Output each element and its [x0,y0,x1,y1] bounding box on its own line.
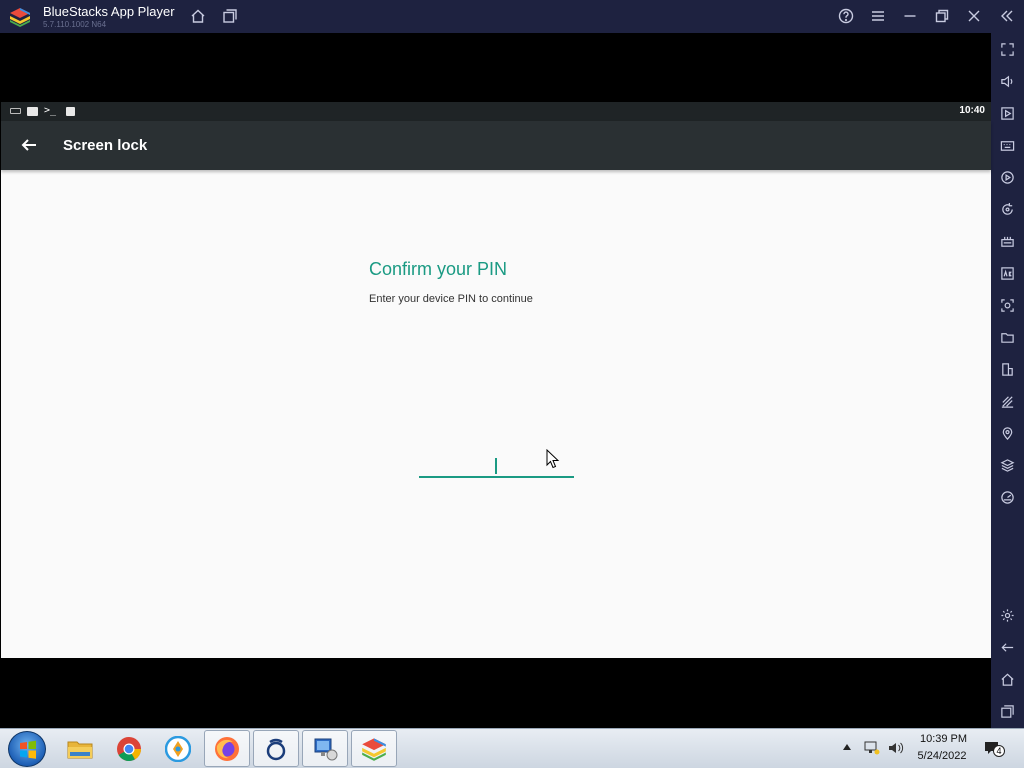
app-status-icon [66,106,75,116]
terminal-status-icon: >_ [44,105,57,116]
multi-instance-icon[interactable] [221,7,239,25]
app-icon[interactable] [253,730,299,767]
rotate-icon[interactable] [999,201,1016,218]
collapse-sidebar-icon[interactable] [998,7,1016,25]
multi-instance-sidebar-icon[interactable] [999,361,1016,378]
minimize-icon[interactable] [901,7,919,25]
action-center-icon[interactable]: 4 [984,740,1005,758]
close-icon[interactable] [965,7,983,25]
location-icon[interactable] [999,425,1016,442]
macro-icon[interactable] [999,233,1016,250]
settings-icon[interactable] [999,607,1016,624]
page-title: Screen lock [63,137,148,154]
layers-icon[interactable] [999,457,1016,474]
android-home-icon[interactable] [999,671,1016,688]
speaker-icon[interactable] [888,741,906,755]
performance-icon[interactable] [999,489,1016,506]
taskbar-date[interactable]: 5/24/2022 [912,750,972,762]
windows-taskbar: 10:39 PM 5/24/2022 4 [0,728,1024,768]
status-clock: 10:40 [959,105,985,116]
menu-icon[interactable] [869,7,887,25]
restore-icon[interactable] [933,7,951,25]
windows-logo-icon [20,740,36,759]
back-arrow-icon[interactable] [20,136,38,154]
mouse-pointer-icon [546,449,560,469]
show-hidden-icons-icon[interactable] [843,744,851,750]
media-icon[interactable] [999,105,1016,122]
chrome-icon[interactable] [106,730,152,767]
record-icon[interactable] [999,169,1016,186]
bluestacks-sidebar [991,33,1024,728]
notification-count-badge: 4 [993,745,1005,757]
remote-desktop-icon[interactable] [302,730,348,767]
folder-icon[interactable] [999,329,1016,346]
fullscreen-icon[interactable] [999,41,1016,58]
volume-icon[interactable] [999,73,1016,90]
recent-apps-icon[interactable] [999,703,1016,720]
files-status-icon [27,106,38,116]
browser-icon[interactable] [155,730,201,767]
app-bar: Screen lock [1,121,991,170]
home-icon[interactable] [189,7,207,25]
title-bar: BlueStacks App Player 5.7.110.1002 N64 [0,0,1024,33]
app-version: 5.7.110.1002 N64 [43,20,107,29]
android-status-bar: >_ 10:40 [1,102,991,121]
start-button[interactable] [8,731,46,767]
pin-subtext: Enter your device PIN to continue [369,293,533,305]
firefox-icon[interactable] [204,730,250,767]
back-icon[interactable] [999,639,1016,656]
windows-explorer-icon[interactable] [57,730,103,767]
taskbar-time[interactable]: 10:39 PM [916,733,971,745]
apk-install-icon[interactable] [999,265,1016,282]
pin-heading: Confirm your PIN [369,259,508,279]
keyboard-status-icon [10,108,21,114]
window-title: BlueStacks App Player [43,4,175,19]
bluestacks-icon[interactable] [351,730,397,767]
text-caret [495,458,497,474]
eco-mode-icon[interactable] [999,393,1016,410]
bluestacks-logo-icon [10,8,30,27]
network-icon[interactable] [864,741,880,755]
screenshot-icon[interactable] [999,297,1016,314]
help-icon[interactable] [837,7,855,25]
android-screen: >_ 10:40 Screen lock Confirm your PIN En… [1,102,991,658]
keyboard-icon[interactable] [999,137,1016,154]
